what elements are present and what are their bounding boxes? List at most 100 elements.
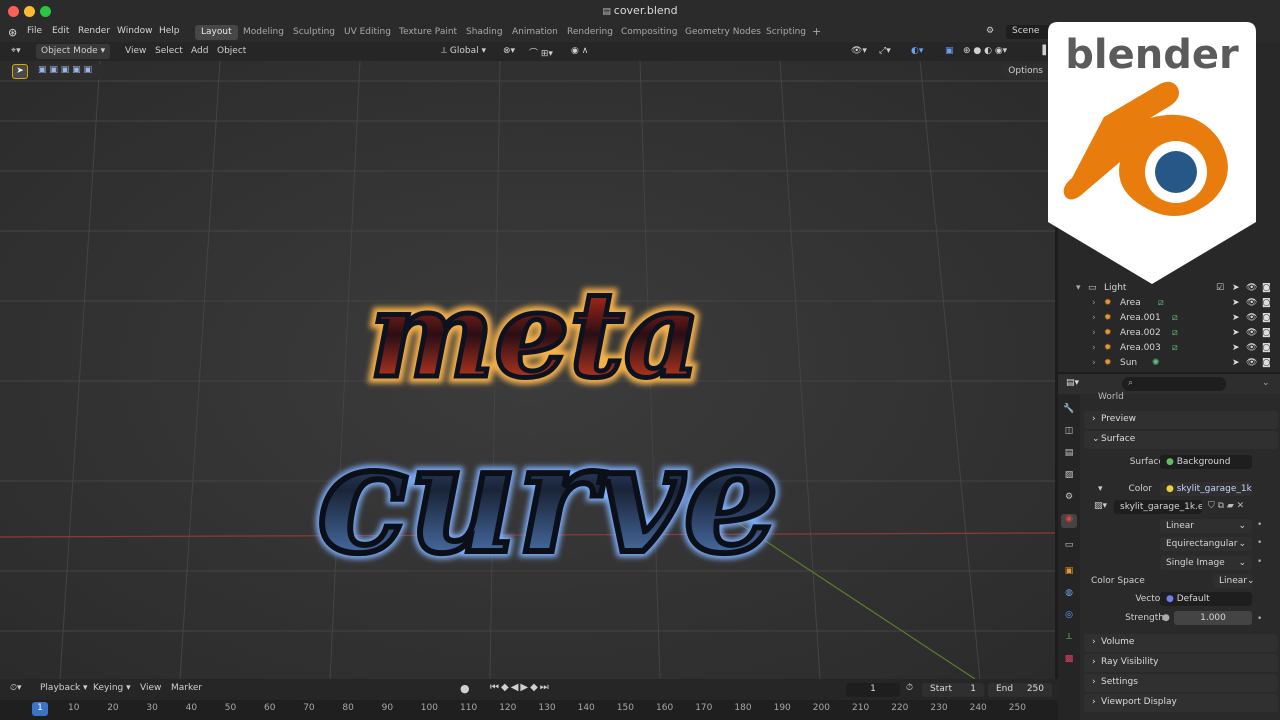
physics-tab-icon[interactable]: ◎ (1061, 610, 1077, 624)
eye-icon[interactable]: 👁 (1246, 343, 1257, 353)
select-arrow-icon[interactable]: ➤ (1232, 358, 1240, 368)
tab-animation[interactable]: Animation (506, 25, 564, 40)
eye-icon[interactable]: 👁 (1246, 358, 1257, 368)
properties-search-input[interactable]: ⌕ (1122, 377, 1226, 391)
chevron-down-icon[interactable]: ⌄ (1262, 378, 1270, 388)
blender-menu-icon[interactable]: ⊛ (8, 26, 17, 39)
world-name[interactable]: World (1098, 392, 1124, 402)
tab-scripting[interactable]: Scripting (760, 25, 812, 40)
menu-window[interactable]: Window (117, 26, 153, 36)
playback-menu[interactable]: Playback ▾ (40, 683, 88, 693)
colorspace-dropdown[interactable]: Linear⌄ (1213, 574, 1255, 588)
xray-icon[interactable]: ▣ (940, 44, 959, 59)
transform-orientation-dropdown[interactable]: ⟂ Global ▾ (436, 44, 491, 59)
editor-type-icon[interactable]: ▤▾ (1066, 378, 1079, 388)
render-tab-icon[interactable]: ◫ (1061, 426, 1077, 440)
outliner-row-area-002[interactable]: › ✹ Area.002 ⧄ ➤ 👁 ◙ (1058, 326, 1280, 341)
scene-tab-icon[interactable]: ⚙ (1061, 492, 1077, 506)
select-arrow-icon[interactable]: ➤ (1232, 343, 1240, 353)
camera-icon[interactable]: ◙ (1262, 313, 1271, 323)
surface-shader-field[interactable]: ● Background (1160, 455, 1252, 469)
editor-type-icon[interactable]: ⌖▾ (6, 44, 26, 59)
menu-file[interactable]: File (27, 26, 42, 36)
menu-help[interactable]: Help (159, 26, 180, 36)
add-workspace-button[interactable]: + (806, 23, 827, 38)
outliner-row-area-003[interactable]: › ✹ Area.003 ⧄ ➤ 👁 ◙ (1058, 341, 1280, 356)
tab-layout[interactable]: Layout (195, 25, 238, 40)
camera-icon[interactable]: ◙ (1262, 328, 1271, 338)
collection-tab-icon[interactable]: ▭ (1061, 540, 1077, 554)
vector-field[interactable]: ● Default (1160, 592, 1252, 606)
expand-arrow-icon[interactable]: › (1092, 343, 1096, 353)
image-name-field[interactable]: skylit_garage_1k.exr (1114, 500, 1202, 514)
tab-geometry-nodes[interactable]: Geometry Nodes (679, 25, 767, 40)
shading-modes-icon[interactable]: ⊕ ● ◐ ◉▾ (958, 44, 1012, 59)
tab-uv-editing[interactable]: UV Editing (338, 25, 397, 40)
scene-selector[interactable]: Scene (1006, 25, 1050, 39)
eye-icon[interactable]: 👁 (1246, 313, 1257, 323)
3d-viewport[interactable]: meta meta curve curve Options ➤ ▣ ▣ ▣ ▣ … (0, 61, 1055, 679)
camera-icon[interactable]: ◙ (1262, 283, 1271, 293)
projection-dropdown[interactable]: Equirectangular ⌄ (1160, 537, 1252, 551)
tab-shading[interactable]: Shading (460, 25, 509, 40)
constraint-tab-icon[interactable]: ⟂ (1061, 632, 1077, 646)
playhead-frame-marker[interactable]: 1 (32, 702, 48, 716)
visibility-icon[interactable]: 👁▾ (846, 44, 872, 59)
select-menu[interactable]: Select (150, 44, 188, 59)
playback-controls-icons[interactable]: ⏮◆◀▶◆⏭ (490, 682, 551, 693)
expand-arrow-icon[interactable]: › (1092, 328, 1096, 338)
pivot-icon[interactable]: ⊗▾ (498, 44, 520, 59)
record-icon[interactable]: ● (460, 682, 470, 695)
menu-edit[interactable]: Edit (52, 26, 69, 36)
source-dropdown[interactable]: Single Image ⌄ (1160, 556, 1252, 570)
modifier-tab-icon[interactable]: ◍ (1061, 588, 1077, 602)
view-menu[interactable]: View (140, 683, 161, 693)
camera-icon[interactable]: ◙ (1262, 343, 1271, 353)
tab-sculpting[interactable]: Sculpting (287, 25, 341, 40)
image-actions-icons[interactable]: ⛉ ⧉ ▰ ✕ (1208, 501, 1244, 511)
view-layer-tab-icon[interactable]: ▨ (1061, 470, 1077, 484)
tab-modeling[interactable]: Modeling (237, 25, 290, 40)
tool-tab-icon[interactable]: 🔧 (1061, 404, 1077, 418)
section-volume[interactable]: › Volume (1084, 634, 1278, 652)
section-viewport-display[interactable]: › Viewport Display (1084, 694, 1278, 712)
object-mode-dropdown[interactable]: Object Mode ▾ (36, 44, 111, 59)
outliner-row-sun[interactable]: › ✹ Sun ✺ ➤ 👁 ◙ (1058, 356, 1280, 371)
gizmo-icon[interactable]: ⤢▾ (874, 44, 896, 59)
collapse-color-icon[interactable]: ▾ (1098, 484, 1103, 494)
options-button[interactable]: Options (1002, 64, 1049, 78)
color-input-field[interactable]: ● skylit_garage_1k... (1160, 482, 1252, 496)
view-menu[interactable]: View (120, 44, 151, 59)
section-ray-visibility[interactable]: › Ray Visibility (1084, 654, 1278, 672)
outliner-row-area[interactable]: › ✹ Area ⧄ ➤ 👁 ◙ (1058, 296, 1280, 311)
expand-arrow-icon[interactable]: › (1092, 358, 1096, 368)
menu-render[interactable]: Render (78, 26, 110, 36)
eye-icon[interactable]: 👁 (1246, 298, 1257, 308)
overlays-icon[interactable]: ◐▾ (906, 44, 928, 59)
timeline-editor-icon[interactable]: ⏲▾ (10, 683, 22, 693)
select-arrow-icon[interactable]: ➤ (1232, 298, 1240, 308)
strength-input[interactable]: 1.000 (1174, 611, 1252, 625)
keying-menu[interactable]: Keying ▾ (93, 683, 131, 693)
expand-arrow-icon[interactable]: › (1092, 313, 1096, 323)
select-tool-icon[interactable]: ➤ (12, 64, 28, 79)
tab-rendering[interactable]: Rendering (561, 25, 619, 40)
camera-icon[interactable]: ◙ (1262, 298, 1271, 308)
scene-icon[interactable]: ⚙ (986, 26, 994, 36)
interpolation-dropdown[interactable]: Linear ⌄ (1160, 519, 1252, 533)
object-tab-icon[interactable]: ▣ (1061, 566, 1077, 580)
outliner-row-area-001[interactable]: › ✹ Area.001 ⧄ ➤ 👁 ◙ (1058, 311, 1280, 326)
eye-icon[interactable]: 👁 (1246, 328, 1257, 338)
snap-icon[interactable]: ⌒ ⊞▾ (524, 44, 558, 59)
data-tab-icon[interactable]: ▩ (1061, 654, 1077, 668)
tab-texture-paint[interactable]: Texture Paint (393, 25, 463, 40)
proportional-edit-icon[interactable]: ◉ ∧ (566, 44, 593, 59)
marker-menu[interactable]: Marker (171, 683, 202, 693)
output-tab-icon[interactable]: ▤ (1061, 448, 1077, 462)
world-tab-icon[interactable]: ◉ (1061, 514, 1077, 528)
camera-icon[interactable]: ◙ (1262, 358, 1271, 368)
select-arrow-icon[interactable]: ➤ (1232, 328, 1240, 338)
object-menu[interactable]: Object (212, 44, 251, 59)
end-frame-input[interactable]: End 250 (988, 683, 1052, 697)
current-frame-input[interactable]: 1 (846, 683, 900, 697)
